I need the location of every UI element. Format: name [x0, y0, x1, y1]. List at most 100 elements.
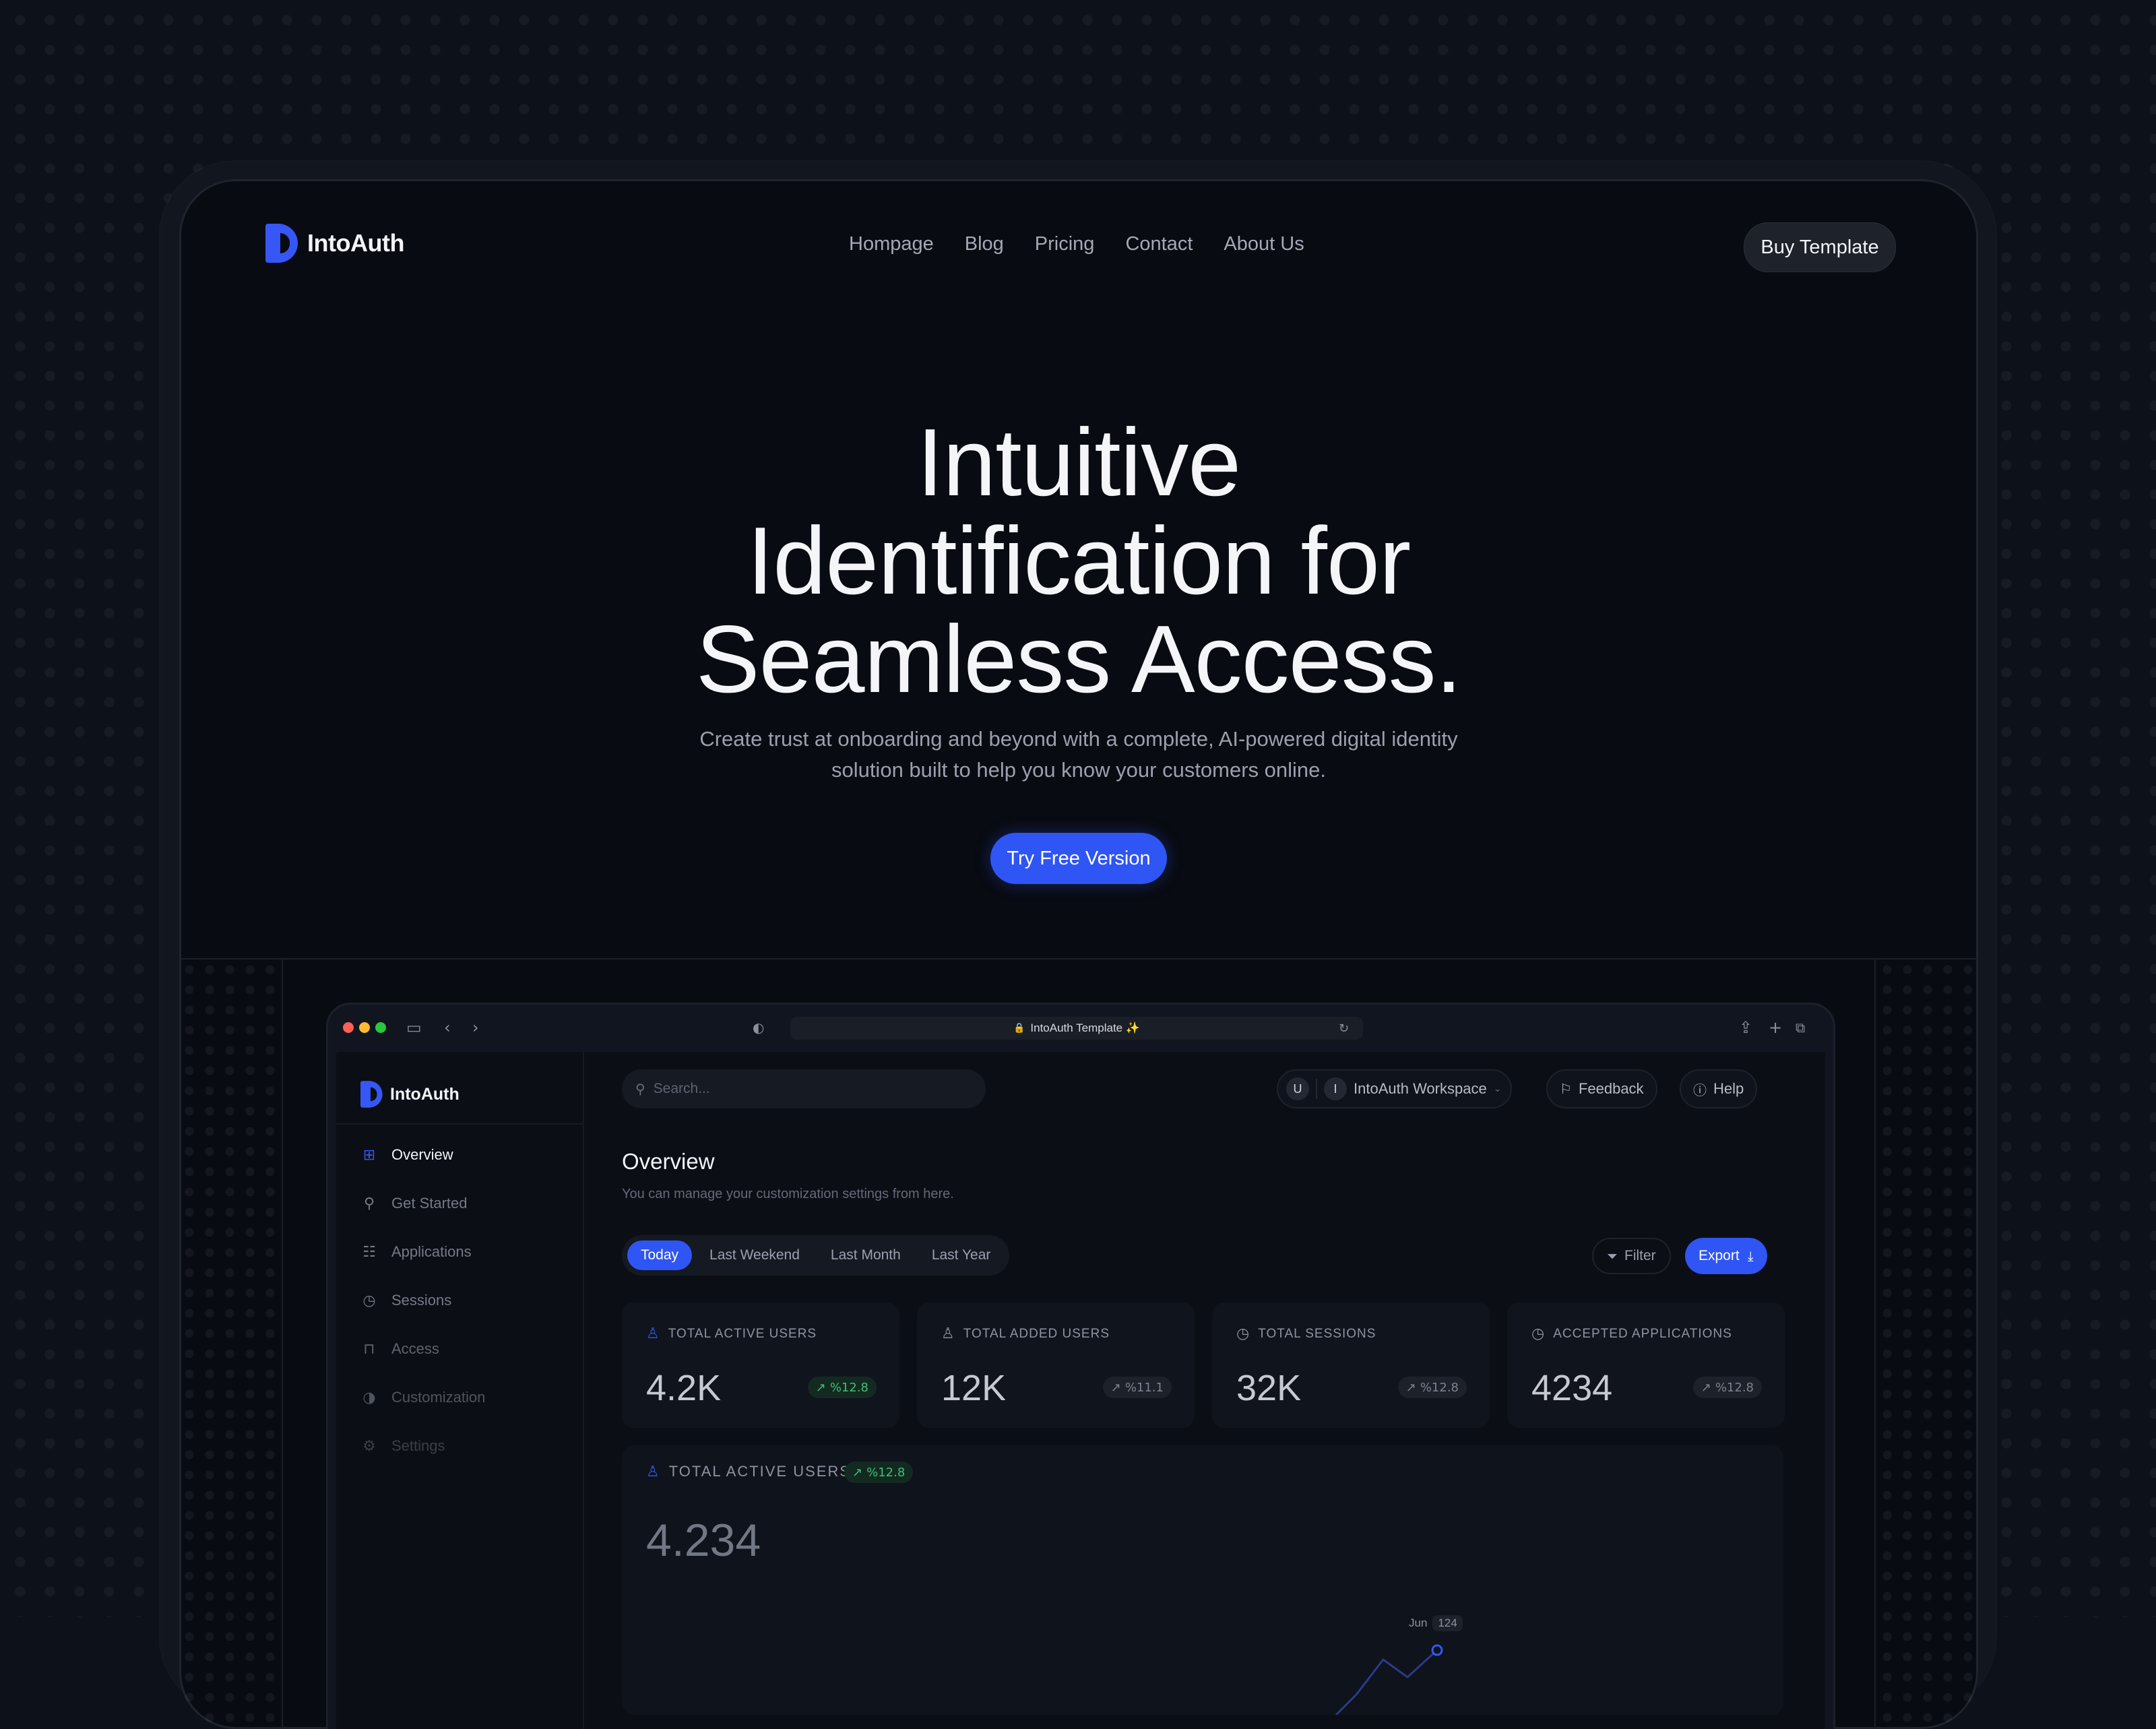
- sidebar-item-sessions[interactable]: ◷ Sessions: [360, 1292, 451, 1309]
- address-bar[interactable]: 🔒 IntoAuth Template ✨: [790, 1017, 1363, 1040]
- avatar-divider: [1316, 1079, 1317, 1099]
- stat-label: ACCEPTED APPLICATIONS: [1553, 1326, 1732, 1341]
- sidebar-item-label: Customization: [391, 1389, 486, 1406]
- download-icon: ⤓: [1747, 1248, 1754, 1264]
- palette-icon: ◑: [362, 1389, 376, 1406]
- stat-value: 12K: [941, 1368, 1007, 1408]
- grid-icon: ⊞: [362, 1146, 376, 1164]
- sidebar-item-applications[interactable]: ☷ Applications: [360, 1243, 472, 1261]
- sidebar-item-label: Applications: [391, 1243, 472, 1260]
- nav-link-pricing[interactable]: Pricing: [1035, 233, 1095, 255]
- tab-last-year[interactable]: Last Year: [918, 1240, 1005, 1270]
- stat-card-total-active-users[interactable]: ♙ TOTAL ACTIVE USERS 4.2K ↗ %12.8: [622, 1302, 899, 1428]
- sidebar-divider: [336, 1123, 583, 1125]
- stat-cards: ♙ TOTAL ACTIVE USERS 4.2K ↗ %12.8 ♙ TOTA…: [622, 1302, 1785, 1428]
- sidebar: IntoAuth ⊞ Overview ⚲ Get Started ☷ Appl…: [336, 1052, 584, 1729]
- brand-logo[interactable]: IntoAuth: [265, 224, 404, 263]
- nav-link-blog[interactable]: Blog: [965, 233, 1004, 255]
- page-subtitle: You can manage your customization settin…: [622, 1187, 954, 1201]
- brand-name: IntoAuth: [307, 229, 404, 257]
- stat-label-row: ♙ TOTAL ADDED USERS: [941, 1325, 1110, 1342]
- stat-value: 32K: [1236, 1368, 1302, 1408]
- buy-template-button[interactable]: Buy Template: [1744, 222, 1896, 272]
- lock-icon: ⊓: [363, 1340, 375, 1358]
- help-icon: ⓘ: [1693, 1081, 1707, 1098]
- feedback-icon: ⚐: [1560, 1081, 1572, 1097]
- chart-label: TOTAL ACTIVE USERS: [668, 1463, 852, 1480]
- arrow-up-right-icon: ↗: [815, 1380, 826, 1395]
- sidebar-item-get-started[interactable]: ⚲ Get Started: [360, 1195, 468, 1212]
- sidebar-item-label: Access: [391, 1340, 439, 1357]
- stat-label: TOTAL ADDED USERS: [963, 1326, 1110, 1341]
- nav-link-about-us[interactable]: About Us: [1224, 233, 1304, 255]
- side-dot-pattern: [1877, 960, 1978, 1729]
- logo-icon: [265, 224, 298, 263]
- tab-last-month[interactable]: Last Month: [817, 1240, 914, 1270]
- address-text: IntoAuth Template ✨: [1030, 1021, 1141, 1034]
- bulb-icon: ⚲: [363, 1195, 375, 1212]
- minimize-window-dot[interactable]: [359, 1022, 370, 1033]
- date-range-tabs: Today Last Weekend Last Month Last Year: [622, 1235, 1010, 1276]
- workspace-switcher[interactable]: U I IntoAuth Workspace ⌄: [1277, 1069, 1513, 1108]
- sidebar-brand[interactable]: IntoAuth: [360, 1075, 459, 1114]
- filter-button[interactable]: ⏷ Filter: [1592, 1238, 1671, 1274]
- sidebar-item-label: Settings: [391, 1437, 445, 1454]
- stat-card-total-added-users[interactable]: ♙ TOTAL ADDED USERS 12K ↗ %11.1: [917, 1302, 1195, 1428]
- sidebar-item-settings[interactable]: ⚙ Settings: [360, 1437, 445, 1455]
- back-icon[interactable]: ‹: [444, 1019, 451, 1036]
- timer-icon: ◷: [1531, 1325, 1546, 1342]
- section-divider: [282, 960, 283, 1729]
- hero-title: Intuitive Identification for Seamless Ac…: [179, 414, 1978, 709]
- zoom-window-dot[interactable]: [375, 1022, 386, 1033]
- stat-change: %12.8: [1420, 1380, 1459, 1395]
- help-button[interactable]: ⓘ Help: [1680, 1069, 1758, 1108]
- stat-label-row: ◷ TOTAL SESSIONS: [1236, 1325, 1376, 1342]
- stat-label: TOTAL SESSIONS: [1258, 1326, 1376, 1341]
- sidebar-item-overview[interactable]: ⊞ Overview: [360, 1146, 453, 1164]
- section-divider: [179, 958, 1978, 960]
- workspace-avatar: I: [1324, 1077, 1347, 1100]
- close-window-dot[interactable]: [343, 1022, 354, 1033]
- reload-icon[interactable]: ↻: [1339, 1021, 1349, 1037]
- try-free-version-button[interactable]: Try Free Version: [990, 833, 1167, 884]
- feedback-label: Feedback: [1578, 1080, 1644, 1097]
- sidebar-item-label: Sessions: [391, 1292, 452, 1309]
- arrow-up-right-icon: ↗: [1405, 1380, 1416, 1395]
- workspace-name: IntoAuth Workspace: [1354, 1080, 1487, 1097]
- chevron-down-icon: ⌄: [1493, 1083, 1502, 1094]
- search-placeholder: Search...: [653, 1081, 710, 1096]
- tab-last-weekend[interactable]: Last Weekend: [696, 1240, 813, 1270]
- nav-link-contact[interactable]: Contact: [1125, 233, 1193, 255]
- tabs-overview-icon[interactable]: ⧉: [1796, 1019, 1805, 1036]
- export-label: Export: [1699, 1248, 1740, 1263]
- sidebar-item-customization[interactable]: ◑ Customization: [360, 1389, 485, 1406]
- lock-icon: 🔒: [1013, 1023, 1025, 1034]
- shield-icon: ◐: [753, 1019, 765, 1036]
- main-content: ⚲ Search... U I IntoAuth Workspace ⌄ ⚐ F…: [584, 1052, 1825, 1729]
- share-icon[interactable]: ⇪: [1739, 1019, 1752, 1036]
- sidebar-toggle-icon[interactable]: ▭: [406, 1019, 422, 1036]
- tab-today[interactable]: Today: [627, 1240, 693, 1270]
- stat-value: 4234: [1531, 1368, 1613, 1408]
- new-tab-icon[interactable]: +: [1769, 1019, 1782, 1036]
- feedback-button[interactable]: ⚐ Feedback: [1546, 1069, 1657, 1108]
- search-input[interactable]: ⚲ Search...: [622, 1069, 986, 1108]
- help-label: Help: [1713, 1080, 1744, 1097]
- filter-icon: ⏷: [1607, 1248, 1618, 1264]
- sidebar-item-access[interactable]: ⊓ Access: [360, 1340, 439, 1358]
- filter-label: Filter: [1624, 1248, 1656, 1263]
- hero-title-line: Intuitive: [916, 409, 1241, 516]
- stat-card-accepted-applications[interactable]: ◷ ACCEPTED APPLICATIONS 4234 ↗ %12.8: [1507, 1302, 1785, 1428]
- arrow-up-right-icon: ↗: [852, 1465, 863, 1480]
- nav-link-hompage[interactable]: Hompage: [849, 233, 934, 255]
- side-dot-pattern: [179, 960, 280, 1729]
- forward-icon[interactable]: ›: [472, 1019, 479, 1036]
- gear-icon: ⚙: [362, 1437, 376, 1455]
- stat-card-total-sessions[interactable]: ◷ TOTAL SESSIONS 32K ↗ %12.8: [1212, 1302, 1490, 1428]
- stat-label: TOTAL ACTIVE USERS: [668, 1326, 817, 1341]
- stat-change: %11.1: [1124, 1380, 1164, 1395]
- user-icon: ♙: [646, 1463, 661, 1480]
- export-button[interactable]: Export ⤓: [1685, 1238, 1767, 1274]
- hero-subtitle: Create trust at onboarding and beyond wi…: [699, 727, 1458, 782]
- sidebar-brand-name: IntoAuth: [390, 1084, 459, 1104]
